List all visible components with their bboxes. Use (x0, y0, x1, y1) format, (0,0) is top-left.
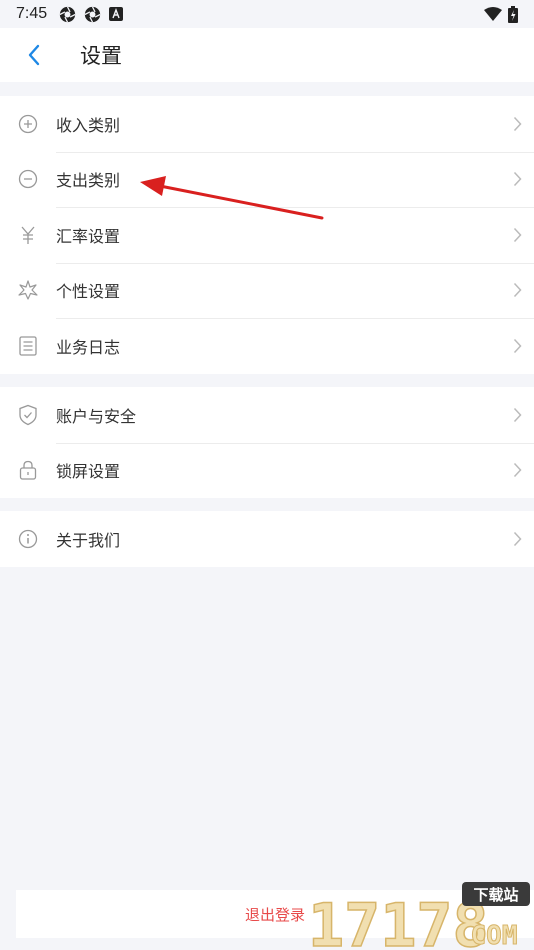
sparkle-icon (18, 280, 38, 300)
app-header: 设置 (0, 28, 534, 82)
watermark-domain: COM (471, 921, 518, 950)
aperture-icon (59, 6, 76, 22)
settings-item-lock-screen[interactable]: 锁屏设置 (0, 442, 534, 499)
chevron-right-icon (513, 227, 522, 242)
settings-item-business-log[interactable]: 业务日志 (0, 318, 534, 374)
chevron-right-icon (513, 172, 522, 187)
settings-group-security: 账户与安全 锁屏设置 (0, 387, 534, 498)
settings-item-label: 支出类别 (56, 171, 121, 191)
chevron-right-icon (513, 463, 522, 478)
chevron-left-icon (28, 44, 40, 66)
chevron-right-icon (513, 407, 522, 422)
settings-item-about-us[interactable]: 关于我们 (0, 511, 534, 567)
chevron-right-icon (513, 283, 522, 298)
settings-item-label: 账户与安全 (56, 406, 137, 426)
settings-group-general: 收入类别 支出类别 汇率设置 个性设置 业务日志 (0, 96, 534, 374)
aperture-icon (84, 6, 101, 22)
chevron-right-icon (513, 338, 522, 353)
yen-icon (21, 226, 35, 244)
settings-item-label: 锁屏设置 (56, 462, 121, 482)
battery-charging-icon (508, 5, 518, 23)
site-watermark-logo: 17178 下载站 COM (307, 882, 530, 950)
settings-group-about: 关于我们 (0, 511, 534, 567)
settings-item-expense-categories[interactable]: 支出类别 (0, 151, 534, 208)
settings-item-label: 收入类别 (56, 115, 121, 135)
watermark-tag: 下载站 (473, 886, 518, 904)
chevron-right-icon (513, 531, 522, 546)
list-icon (19, 336, 37, 356)
settings-item-personalization[interactable]: 个性设置 (0, 262, 534, 319)
settings-item-account-security[interactable]: 账户与安全 (0, 387, 534, 443)
settings-item-label: 汇率设置 (56, 226, 121, 246)
minus-circle-icon (18, 170, 38, 189)
logout-label: 退出登录 (244, 905, 305, 924)
settings-item-label: 关于我们 (56, 530, 121, 550)
info-icon (18, 529, 38, 548)
settings-item-label: 个性设置 (56, 282, 121, 302)
shield-check-icon (19, 404, 37, 425)
status-system-icons (484, 5, 518, 23)
watermark-digits: 17178 (308, 891, 489, 950)
wifi-icon (484, 7, 502, 21)
settings-item-income-categories[interactable]: 收入类别 (0, 96, 534, 152)
lock-icon (19, 461, 37, 480)
status-notification-icons (59, 6, 124, 23)
status-time: 7:45 (16, 5, 48, 22)
settings-item-exchange-rate[interactable]: 汇率设置 (0, 207, 534, 263)
app-a-icon (109, 7, 124, 21)
chevron-right-icon (513, 116, 522, 131)
settings-item-label: 业务日志 (56, 337, 121, 357)
status-bar: 7:45 (0, 0, 534, 28)
back-button[interactable] (14, 35, 54, 75)
page-title: 设置 (80, 44, 122, 68)
plus-circle-icon (18, 114, 38, 133)
